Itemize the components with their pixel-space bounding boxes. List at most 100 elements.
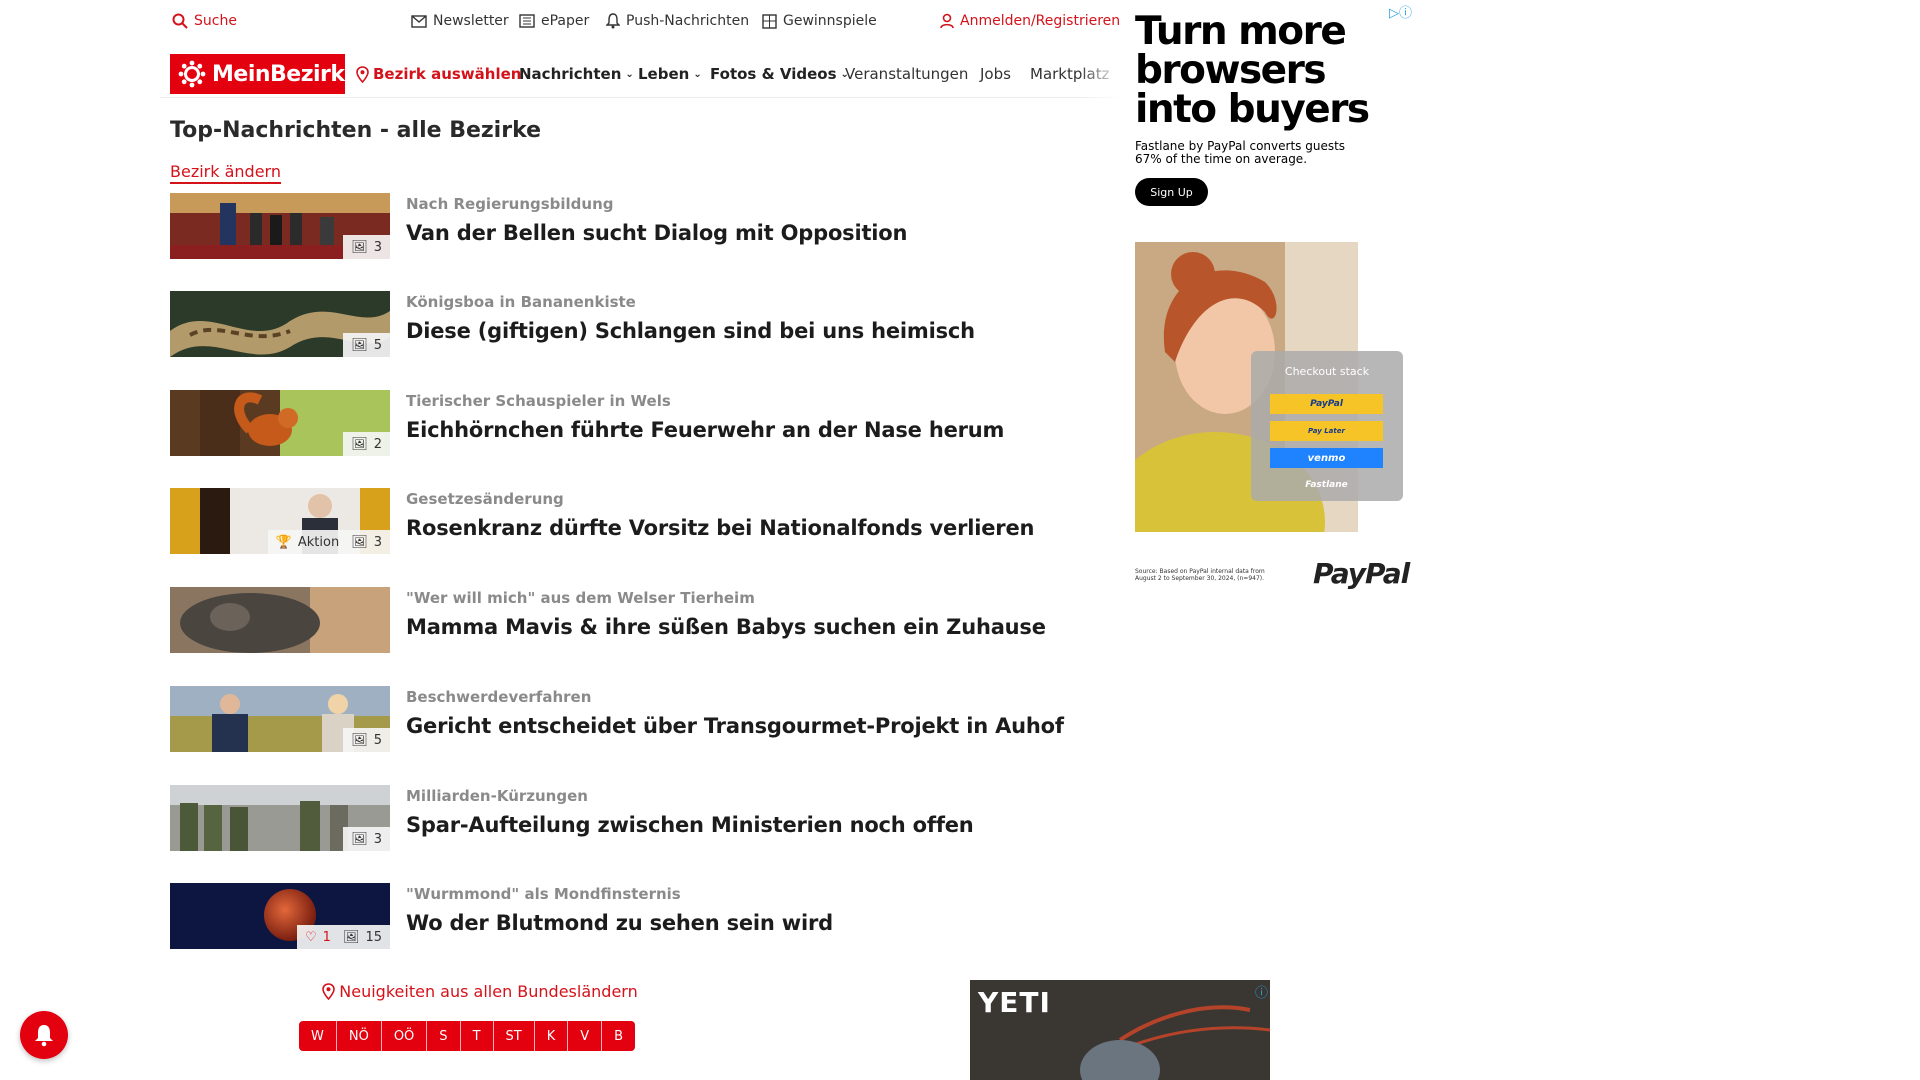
ad-brand: YETI (978, 986, 1051, 1019)
paypal-logo: PayPal (1313, 557, 1410, 590)
notification-bell-button[interactable] (20, 1011, 68, 1059)
nav-events-label: Veranstaltungen (845, 65, 969, 83)
article-item[interactable]: 🏆 Aktion 🖼 3 Gesetzesänderung Rosenkranz… (170, 488, 1110, 554)
article-kicker: Königsboa in Bananenkiste (406, 293, 636, 311)
bell-icon (606, 13, 620, 29)
article-thumbnail[interactable]: 🖼 3 (170, 785, 390, 851)
ad-subtext: Fastlane by PayPal converts guests 67% o… (1135, 139, 1346, 166)
image-count-badge: 🏆 Aktion 🖼 3 (267, 530, 390, 554)
contests-link[interactable]: Gewinnspiele (762, 13, 877, 29)
location-pin-icon (356, 65, 369, 83)
article-headline[interactable]: Gericht entscheidet über Transgourmet-Pr… (406, 714, 1064, 738)
venmo-button: venmo (1270, 448, 1383, 468)
nav-jobs-label: Jobs (980, 65, 1011, 83)
state-button-ooe[interactable]: OÖ (382, 1021, 428, 1051)
article-thumbnail[interactable]: 🖼 2 (170, 390, 390, 456)
fastlane-label: Fastlane (1305, 480, 1348, 490)
state-button-noe[interactable]: NÖ (337, 1021, 382, 1051)
select-district-label: Bezirk auswählen (373, 65, 522, 83)
gallery-icon: 🖼 (342, 929, 360, 945)
page-title: Top-Nachrichten - alle Bezirke (170, 118, 542, 143)
heart-icon: ♡ (305, 929, 317, 945)
article-thumbnail[interactable]: 🖼 5 (170, 686, 390, 752)
state-button-k[interactable]: K (535, 1021, 569, 1051)
cat-photo (170, 587, 390, 653)
state-button-st[interactable]: ST (494, 1021, 535, 1051)
nav-fade (1080, 52, 1120, 98)
article-headline[interactable]: Wo der Blutmond zu sehen sein wird (406, 911, 833, 935)
like-count: 1 (322, 929, 331, 945)
epaper-label: ePaper (541, 13, 590, 29)
article-thumbnail[interactable] (170, 587, 390, 653)
article-item[interactable]: 🖼 3 Nach Regierungsbildung Van der Belle… (170, 193, 1110, 259)
search-icon (172, 13, 188, 29)
gallery-icon: 🖼 (351, 831, 368, 847)
image-count: 5 (373, 732, 382, 748)
newsletter-link[interactable]: Newsletter (411, 13, 509, 29)
nav-news[interactable]: Nachrichten ⌄ (519, 65, 634, 83)
page: Suche Newsletter ePaper Push-Nachrichten… (0, 0, 1920, 1080)
trophy-icon: 🏆 (275, 534, 292, 550)
nav-life-label: Leben (638, 65, 690, 83)
ad-headline: Turn more browsers into buyers (1135, 9, 1370, 132)
article-item[interactable]: 🖼 5 Königsboa in Bananenkiste Diese (gif… (170, 291, 1110, 357)
login-label: Anmelden/Registrieren (960, 13, 1121, 29)
article-kicker: Tierischer Schauspieler in Wels (406, 392, 671, 410)
article-item[interactable]: 🖼 5 Beschwerdeverfahren Gericht entschei… (170, 686, 1110, 752)
image-count: 3 (373, 831, 382, 847)
nav-photos[interactable]: Fotos & Videos ⌄ (710, 65, 849, 83)
select-district-button[interactable]: Bezirk auswählen (356, 65, 521, 83)
nav-events[interactable]: Veranstaltungen (845, 65, 968, 83)
yeti-ad[interactable]: YETI ⓘ (970, 980, 1270, 1080)
article-kicker: Beschwerdeverfahren (406, 688, 592, 706)
article-item[interactable]: "Wer will mich" aus dem Welser Tierheim … (170, 587, 1110, 653)
article-thumbnail[interactable]: ♡ 1 🖼 15 (170, 883, 390, 949)
state-button-t[interactable]: T (461, 1021, 494, 1051)
article-headline[interactable]: Eichhörnchen führte Feuerwehr an der Nas… (406, 418, 1004, 442)
contests-label: Gewinnspiele (783, 13, 877, 29)
aktion-label: Aktion (297, 534, 340, 550)
gallery-icon: 🖼 (351, 534, 368, 550)
nav-jobs[interactable]: Jobs (980, 65, 1011, 83)
nav-life[interactable]: Leben ⌄ (638, 65, 702, 83)
article-headline[interactable]: Van der Bellen sucht Dialog mit Oppositi… (406, 221, 907, 245)
mail-icon (411, 14, 427, 28)
all-states-label: Neuigkeiten aus allen Bundesländern (339, 982, 638, 1001)
newspaper-icon (519, 14, 535, 28)
search-link[interactable]: Suche (172, 13, 237, 29)
gift-icon (762, 13, 777, 29)
all-states-link[interactable]: Neuigkeiten aus allen Bundesländern (320, 982, 640, 1001)
article-headline[interactable]: Spar-Aufteilung zwischen Ministerien noc… (406, 813, 974, 837)
ad-signup-button[interactable]: Sign Up (1135, 178, 1208, 206)
checkout-stack-card: Checkout stack PayPal Pay Later venmo Fa… (1251, 351, 1403, 501)
gallery-icon: 🖼 (351, 732, 368, 748)
epaper-link[interactable]: ePaper (519, 13, 589, 29)
state-button-v[interactable]: V (568, 1021, 603, 1051)
article-headline[interactable]: Rosenkranz dürfte Vorsitz bei Nationalfo… (406, 516, 1034, 540)
site-logo[interactable]: MeinBezirk (170, 54, 345, 94)
push-link[interactable]: Push-Nachrichten (606, 13, 749, 29)
adchoices-icon[interactable]: ⓘ (1255, 982, 1268, 1001)
article-item[interactable]: 🖼 2 Tierischer Schauspieler in Wels Eich… (170, 390, 1110, 456)
article-thumbnail[interactable]: 🖼 5 (170, 291, 390, 357)
state-button-s[interactable]: S (427, 1021, 461, 1051)
adchoices-icon[interactable]: ▷ⓘ (1389, 2, 1412, 21)
paypal-ad[interactable]: ▷ⓘ Turn more browsers into buyers Fastla… (1123, 0, 1420, 597)
article-headline[interactable]: Diese (giftigen) Schlangen sind bei uns … (406, 319, 975, 343)
article-kicker: "Wurmmond" als Mondfinsternis (406, 885, 681, 903)
login-link[interactable]: Anmelden/Registrieren (940, 13, 1120, 29)
change-district-link[interactable]: Bezirk ändern (170, 162, 281, 184)
article-item[interactable]: ♡ 1 🖼 15 "Wurmmond" als Mondfinsternis W… (170, 883, 1110, 949)
article-item[interactable]: 🖼 3 Milliarden-Kürzungen Spar-Aufteilung… (170, 785, 1110, 851)
image-count: 2 (373, 436, 382, 452)
state-button-w[interactable]: W (299, 1021, 337, 1051)
article-thumbnail[interactable]: 🖼 3 (170, 193, 390, 259)
state-button-b[interactable]: B (602, 1021, 635, 1051)
image-count-badge: 🖼 3 (343, 235, 390, 259)
newsletter-label: Newsletter (433, 13, 509, 29)
article-thumbnail[interactable]: 🏆 Aktion 🖼 3 (170, 488, 390, 554)
chevron-down-icon: ⌄ (625, 68, 634, 80)
gallery-icon: 🖼 (351, 337, 368, 353)
paypal-button: PayPal (1270, 394, 1383, 414)
article-headline[interactable]: Mamma Mavis & ihre süßen Babys suchen ei… (406, 615, 1046, 639)
